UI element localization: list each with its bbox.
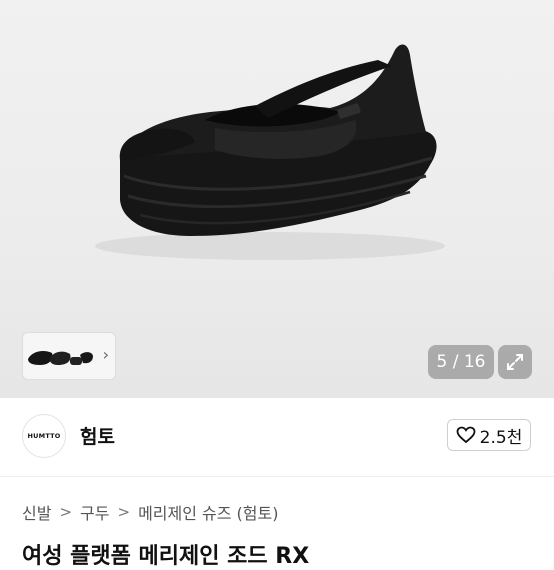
divider	[0, 476, 554, 477]
breadcrumb-item-dress-shoes[interactable]: 구두	[80, 500, 109, 524]
breadcrumb-item-maryjane[interactable]: 메리제인 슈즈 (험토)	[138, 500, 278, 524]
breadcrumb-separator: >	[59, 503, 73, 521]
product-title: 여성 플랫폼 메리제인 조드 RX	[22, 544, 310, 569]
breadcrumb-item-shoes[interactable]: 신발	[22, 500, 51, 524]
seller-name[interactable]: 험토	[80, 422, 115, 449]
thumbnail-strip[interactable]: ›	[22, 332, 116, 380]
expand-icon	[507, 354, 523, 370]
thumbnail-image	[28, 351, 93, 365]
chevron-right-icon: ›	[102, 345, 109, 364]
image-counter: 5 / 16	[428, 345, 494, 379]
like-button[interactable]: 2.5천	[447, 419, 531, 451]
seller-avatar[interactable]: HUMTTO	[22, 414, 66, 458]
seller-row: HUMTTO 험토 2.5천	[0, 398, 554, 476]
seller-logo: HUMTTO	[27, 432, 61, 440]
heart-icon	[456, 426, 476, 444]
like-count: 2.5천	[479, 427, 523, 448]
breadcrumb-separator: >	[117, 503, 131, 521]
product-image-gallery[interactable]: › 5 / 16	[0, 0, 554, 398]
breadcrumb: 신발 > 구두 > 메리제인 슈즈 (험토)	[22, 500, 278, 524]
expand-button[interactable]	[498, 345, 532, 379]
